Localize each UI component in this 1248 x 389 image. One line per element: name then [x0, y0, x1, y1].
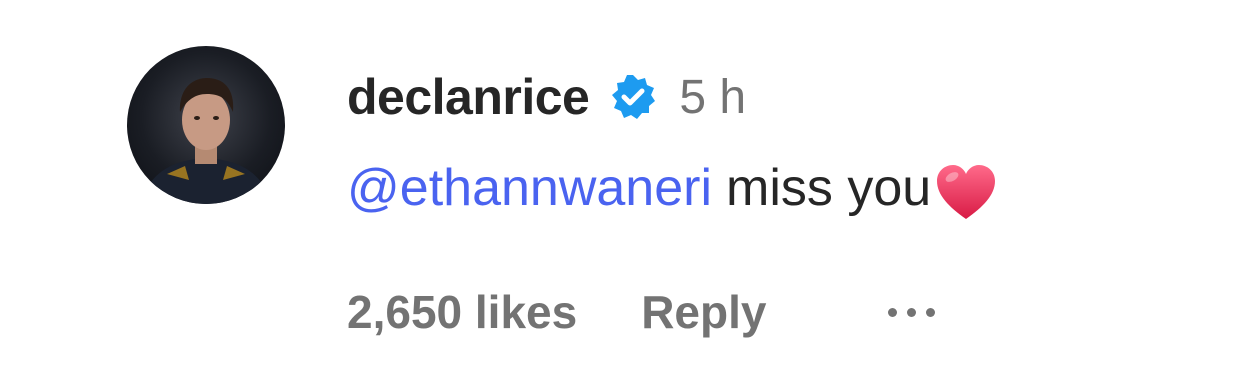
- more-horizontal-icon[interactable]: [888, 297, 936, 327]
- comment: declanrice 5 h @ethannwaneri miss you 2,…: [0, 0, 1248, 389]
- timestamp[interactable]: 5 h: [679, 70, 746, 125]
- reply-button[interactable]: Reply: [641, 285, 766, 339]
- more-dot: [907, 307, 917, 317]
- comment-body: @ethannwaneri miss you: [347, 152, 997, 224]
- avatar[interactable]: [127, 46, 285, 204]
- comment-actions: 2,650 likes Reply: [347, 280, 936, 344]
- likes-count-button[interactable]: 2,650 likes: [347, 285, 577, 339]
- verified-badge-icon: [609, 73, 657, 121]
- mention-link[interactable]: @ethannwaneri: [347, 158, 712, 218]
- red-heart-emoji-icon: [935, 163, 997, 221]
- avatar-image: [141, 78, 271, 204]
- more-dot: [888, 307, 898, 317]
- comment-text: miss you: [726, 159, 932, 217]
- more-dot: [926, 307, 936, 317]
- comment-header: declanrice 5 h: [347, 62, 746, 132]
- username-link[interactable]: declanrice: [347, 68, 590, 126]
